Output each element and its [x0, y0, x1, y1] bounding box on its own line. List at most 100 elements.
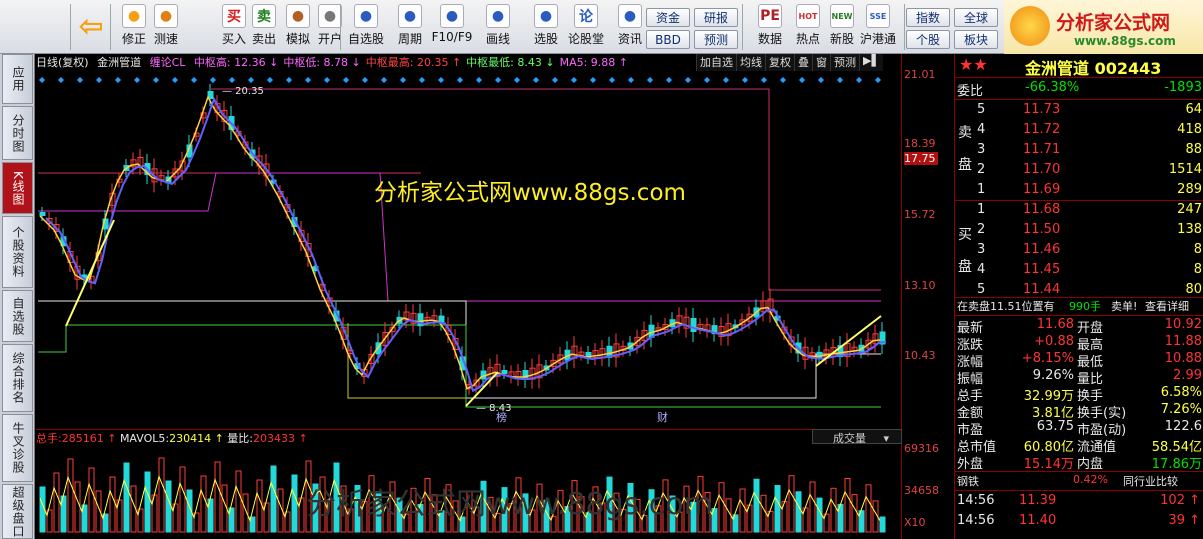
left-tab-4[interactable]: 自选股 — [2, 290, 33, 342]
back-arrow-icon: ⇦ — [78, 8, 104, 44]
indicator-value-0: 中枢高: 12.36 ↓ — [193, 56, 279, 69]
toolbar-button-11[interactable]: ● 选股 — [526, 4, 566, 52]
quote-panel: ★★ 金洲管道 002443 委比 -66.38% -1893 5 11.73 64 4 11.7… — [954, 54, 1203, 539]
axis-tick: 15.72 — [904, 208, 936, 221]
toolbar-button-13[interactable]: ● 资讯 — [610, 4, 650, 52]
quick-button-0[interactable]: 资金 — [646, 8, 690, 27]
pe-icon: PE — [758, 4, 782, 28]
quick-button-6[interactable]: 个股 — [906, 30, 950, 49]
signal-diamond — [875, 77, 881, 83]
signal-diamond — [400, 77, 406, 83]
watermark-text: 分析家公式网www.88gs.com — [374, 180, 686, 206]
volume-tab[interactable]: 成交量 ▾ — [812, 429, 902, 445]
volume-bar — [235, 470, 242, 533]
toolbar-button-14[interactable]: PE 数据 — [750, 4, 790, 52]
quote-text: 4 — [977, 262, 986, 277]
stat-row: 总市值 60.80亿 流通值 58.54亿 — [955, 436, 1203, 455]
left-tab-3[interactable]: 个股资料 — [2, 216, 33, 288]
volume-header: 总手:285161 ↑ MAVOL5:230414 ↑ 量比:203433 ↑ — [36, 429, 901, 445]
quick-button-2[interactable]: BBD — [646, 30, 690, 49]
toolbar-button-9[interactable]: ● F10/F9 — [432, 4, 472, 52]
signal-diamond — [818, 77, 824, 83]
hot-icon: HOT — [796, 4, 820, 28]
toolbar-button-12[interactable]: 论论股堂 — [566, 4, 606, 52]
high-annotation: — 20.35 — [222, 86, 264, 97]
volume-bar — [165, 480, 172, 533]
toolbar-button-label: 周期 — [397, 32, 422, 46]
bid-row: 3 11.46 8 — [955, 242, 1203, 260]
quick-button-4[interactable]: 指数 — [906, 8, 950, 27]
signal-diamond — [305, 77, 311, 83]
quote-text: 在卖盘11.51位置有 — [957, 300, 1055, 313]
toolbar-button-16[interactable]: NEW 新股 — [822, 4, 862, 52]
pencil-icon: ● — [486, 4, 510, 28]
chart-tool-1[interactable]: 均线 — [736, 54, 765, 71]
axis-tick: 21.01 — [904, 68, 936, 81]
candlestick-chart[interactable]: — 20.35— 8.43榜 财分析家公式网www.88gs.com — [36, 70, 901, 428]
back-button[interactable]: ⇦ — [74, 4, 108, 52]
left-tab-6[interactable]: 牛叉诊股 — [2, 414, 33, 482]
volume-bar — [144, 471, 151, 533]
indicator-label[interactable]: 缠论CL — [150, 56, 186, 69]
quick-button-5[interactable]: 全球 — [954, 8, 998, 27]
toolbar-button-8[interactable]: ● 周期 — [390, 4, 430, 52]
toolbar-button-17[interactable]: SSE 沪港通 — [858, 4, 898, 52]
quote-text: 247 — [1177, 202, 1202, 217]
left-tab-2[interactable]: K线图 — [2, 162, 33, 214]
signal-diamond — [286, 77, 292, 83]
stat-row: 金额 3.81亿 换手(实) 7.26% — [955, 402, 1203, 421]
quote-text: 8 — [1193, 262, 1202, 277]
tick-row: 14:56 11.40 39 ↑ — [955, 513, 1203, 531]
quote-text: 138 — [1177, 222, 1202, 237]
quick-button-3[interactable]: 预测 — [694, 30, 738, 49]
quick-button-7[interactable]: 板块 — [954, 30, 998, 49]
quick-button-1[interactable]: 研报 — [694, 8, 738, 27]
volume-bar — [53, 472, 60, 533]
sell-label: 盘 — [958, 157, 972, 173]
chart-tool-3[interactable]: 叠 — [794, 54, 812, 71]
chart-tool-0[interactable]: 加自选 — [696, 54, 736, 71]
signal-diamond — [191, 77, 197, 83]
volume-bar — [830, 487, 837, 533]
quote-text: 11.50 — [1023, 222, 1061, 237]
sell-icon: 卖 — [252, 4, 276, 28]
volume-bar — [753, 478, 760, 533]
quote-text: 102 ↑ — [1160, 493, 1200, 508]
left-tab-7[interactable]: 超级盘口 — [2, 484, 33, 539]
signal-diamond — [628, 77, 634, 83]
period-label[interactable]: 日线(复权) — [36, 56, 89, 69]
volume-bar — [200, 475, 207, 533]
volume-bar — [158, 457, 165, 533]
toolbar-button-10[interactable]: ● 画线 — [478, 4, 518, 52]
toolbar-button-2[interactable]: ● 测速 — [146, 4, 186, 52]
signal-diamond — [780, 77, 786, 83]
quote-text: +0.88 — [1034, 334, 1074, 349]
ask-row: 3 11.71 88 — [955, 142, 1203, 160]
chart-tool-4[interactable]: 窗 — [812, 54, 830, 71]
quote-text: 418 — [1177, 122, 1202, 137]
quote-text: 14:56 — [957, 513, 995, 528]
lock-icon: ● — [318, 4, 342, 28]
axis-tick: 13.10 — [904, 279, 936, 292]
tick-row: 14:56 11.39 102 ↑ — [955, 493, 1203, 511]
volume-bar — [718, 482, 725, 533]
left-tab-5[interactable]: 综合排名 — [2, 344, 33, 412]
toolbar-button-7[interactable]: ● 自选股 — [346, 4, 386, 52]
toolbar-button-6[interactable]: ● 开户 — [310, 4, 350, 52]
left-tab-0[interactable]: 应用 — [2, 54, 33, 104]
quote-text: 5 — [977, 282, 986, 297]
volume-chart: 分析家公式网www.88gs.com — [39, 457, 886, 533]
chart-tool-5[interactable]: 预测 — [830, 54, 859, 71]
f10-icon: ● — [440, 4, 464, 28]
left-tab-1[interactable]: 分时图 — [2, 106, 33, 160]
axis-tick: X10 — [904, 516, 926, 529]
bid-row: 4 11.45 8 — [955, 262, 1203, 280]
signal-diamond — [324, 77, 330, 83]
quote-text: 外盘 — [957, 457, 984, 472]
chart-tool-2[interactable]: 复权 — [765, 54, 794, 71]
expand-arrow-icon[interactable]: ▶▌ — [859, 54, 883, 71]
stat-row: 涨幅 +8.15% 最低 10.88 — [955, 351, 1203, 370]
quote-text: 11.40 — [1019, 513, 1057, 528]
signal-diamond — [58, 77, 64, 83]
divider — [955, 490, 1203, 491]
